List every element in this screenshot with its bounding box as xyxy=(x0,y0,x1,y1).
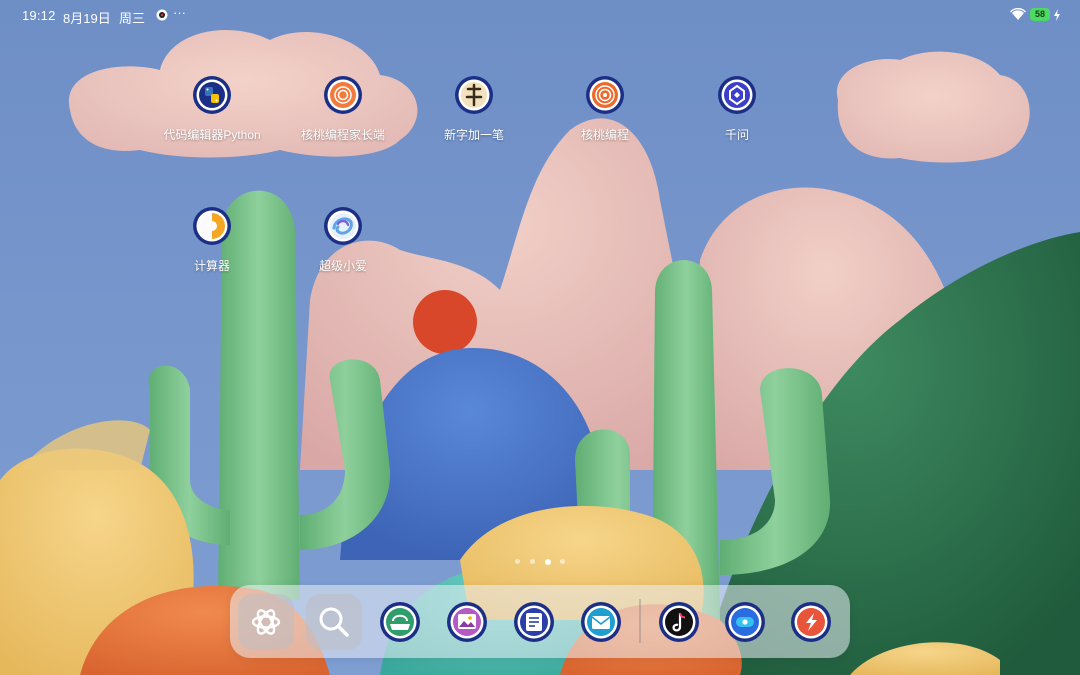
search-button[interactable] xyxy=(306,594,362,650)
ai-assistant-button[interactable] xyxy=(238,594,294,650)
home-screen: 19:12 8月19日 周三 ··· 58 代码编辑器Python 核桃编程家长… xyxy=(0,0,1080,675)
notes-icon xyxy=(514,602,554,642)
charging-icon xyxy=(1054,9,1060,21)
dock-gallery[interactable] xyxy=(445,600,489,644)
app-qianwen[interactable]: 千问 xyxy=(677,75,797,155)
character-stroke-icon xyxy=(454,75,494,115)
dock-tiktok[interactable] xyxy=(657,600,701,644)
ai-assistant-icon xyxy=(251,609,281,635)
dock-app-recent[interactable] xyxy=(789,600,833,644)
page-indicator[interactable] xyxy=(512,558,572,567)
dock-top-app[interactable] xyxy=(723,600,767,644)
gallery-icon xyxy=(447,602,487,642)
dock-mail[interactable] xyxy=(579,600,623,644)
walnut-coding-icon xyxy=(585,75,625,115)
calculator-icon xyxy=(192,206,232,246)
app-label: 千问 xyxy=(724,128,749,142)
page-dot[interactable] xyxy=(515,559,520,564)
app-label: 核桃编程 xyxy=(580,128,629,142)
tiktok-icon xyxy=(659,602,699,642)
app-walnut-parent[interactable]: 核桃编程家长端 xyxy=(283,75,403,155)
more-notifications-icon: ··· xyxy=(173,5,186,20)
app-walnut-coding[interactable]: 核桃编程 xyxy=(545,75,665,155)
app-label: 代码编辑器Python xyxy=(163,128,261,142)
app-python-editor[interactable]: 代码编辑器Python xyxy=(152,75,272,155)
status-date: 8月19日 xyxy=(63,11,111,26)
python-icon xyxy=(192,75,232,115)
app-xiaoai[interactable]: 超级小爱 xyxy=(283,206,403,286)
page-dot[interactable] xyxy=(560,559,565,564)
qianwen-icon xyxy=(717,75,757,115)
app-label: 核桃编程家长端 xyxy=(300,128,385,142)
dock xyxy=(230,585,850,658)
status-weekday: 周三 xyxy=(119,11,146,26)
app-character-stroke[interactable]: 新字加一笔 xyxy=(414,75,534,155)
app-recent-icon xyxy=(791,602,831,642)
status-time: 19:12 xyxy=(22,8,56,23)
walnut-parent-icon xyxy=(323,75,363,115)
xiaoai-icon xyxy=(323,206,363,246)
mail-icon xyxy=(581,602,621,642)
app-calculator[interactable]: 计算器 xyxy=(152,206,272,286)
page-dot-active[interactable] xyxy=(545,558,551,565)
dock-notes[interactable] xyxy=(512,600,556,644)
app-label: 计算器 xyxy=(193,259,230,273)
battery-icon: 58 xyxy=(1030,8,1050,21)
search-icon xyxy=(319,607,349,637)
status-bar: 19:12 8月19日 周三 ··· 58 xyxy=(0,0,1080,32)
app-store-icon xyxy=(380,602,420,642)
page-dot[interactable] xyxy=(530,559,535,564)
app-label: 超级小爱 xyxy=(318,259,367,273)
notification-icon xyxy=(156,9,168,21)
wifi-icon xyxy=(1010,8,1026,20)
dock-separator xyxy=(639,599,641,643)
top-icon xyxy=(725,602,765,642)
app-label: 新字加一笔 xyxy=(443,128,504,142)
dock-app-store[interactable] xyxy=(378,600,422,644)
